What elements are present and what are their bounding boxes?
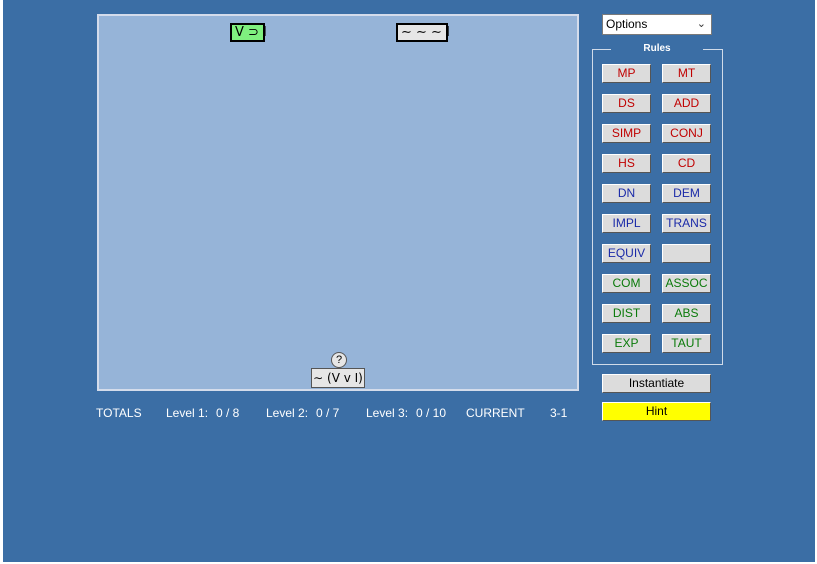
- rule-abs-button[interactable]: ABS: [662, 304, 711, 323]
- totals-bar: TOTALS Level 1: 0 / 8 Level 2: 0 / 7 Lev…: [3, 406, 603, 422]
- rule-trans-button[interactable]: TRANS: [662, 214, 711, 233]
- proof-board[interactable]: V ⊃ I ∼ ∼ ∼ I ? ∼ (V v I): [97, 14, 579, 391]
- current-value: 3-1: [550, 406, 568, 420]
- goal-tile[interactable]: ∼ (V v I): [311, 368, 365, 388]
- chevron-down-icon: ⌄: [696, 18, 706, 30]
- app-window: V ⊃ I ∼ ∼ ∼ I ? ∼ (V v I) TOTALS Level 1…: [3, 0, 815, 562]
- rule-dn-button[interactable]: DN: [602, 184, 651, 203]
- level3-label: Level 3:: [366, 406, 409, 420]
- instantiate-button[interactable]: Instantiate: [602, 374, 711, 393]
- totals-label: TOTALS: [96, 406, 142, 420]
- goal-question-icon: ?: [331, 352, 347, 368]
- options-dropdown[interactable]: Options ⌄: [602, 14, 712, 35]
- premise-tile[interactable]: V ⊃ I: [230, 23, 267, 42]
- rule-simp-button[interactable]: SIMP: [602, 124, 651, 143]
- level2-label: Level 2:: [266, 406, 309, 420]
- rule-impl-button[interactable]: IMPL: [602, 214, 651, 233]
- rule-hs-button[interactable]: HS: [602, 154, 651, 173]
- level1-label: Level 1:: [166, 406, 209, 420]
- level1-value: 0 / 8: [216, 406, 240, 420]
- rule-mp-button[interactable]: MP: [602, 64, 651, 83]
- hint-button[interactable]: Hint: [602, 402, 711, 421]
- rule-blank-button[interactable]: [662, 244, 711, 263]
- rule-exp-button[interactable]: EXP: [602, 334, 651, 353]
- rule-dist-button[interactable]: DIST: [602, 304, 651, 323]
- rule-mt-button[interactable]: MT: [662, 64, 711, 83]
- rule-conj-button[interactable]: CONJ: [662, 124, 711, 143]
- rule-dem-button[interactable]: DEM: [662, 184, 711, 203]
- rule-com-button[interactable]: COM: [602, 274, 651, 293]
- level2-value: 0 / 7: [316, 406, 340, 420]
- rule-assoc-button[interactable]: ASSOC: [662, 274, 711, 293]
- rule-cd-button[interactable]: CD: [662, 154, 711, 173]
- premise-tile[interactable]: ∼ ∼ ∼ I: [396, 23, 450, 42]
- rule-taut-button[interactable]: TAUT: [662, 334, 711, 353]
- rule-equiv-button[interactable]: EQUIV: [602, 244, 651, 263]
- rule-ds-button[interactable]: DS: [602, 94, 651, 113]
- rules-title: Rules: [611, 41, 703, 57]
- current-label: CURRENT: [466, 406, 525, 420]
- rule-add-button[interactable]: ADD: [662, 94, 711, 113]
- level3-value: 0 / 10: [416, 406, 447, 420]
- options-label: Options: [606, 17, 648, 31]
